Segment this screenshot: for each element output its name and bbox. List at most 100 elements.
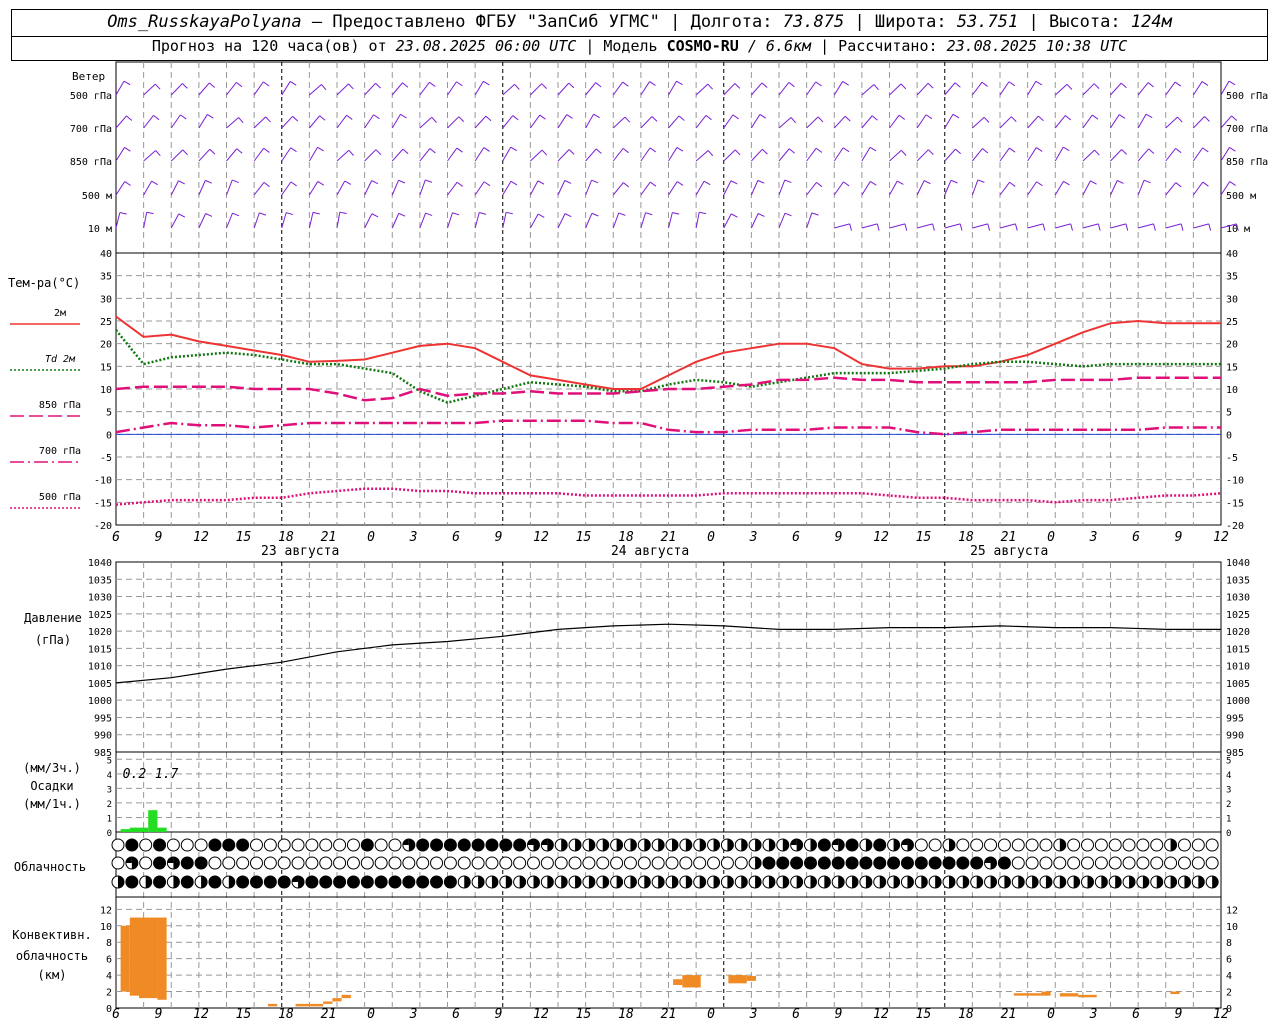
wind-barb	[695, 180, 705, 196]
wind-barb	[1165, 182, 1177, 196]
wind-barb-flag	[483, 181, 491, 187]
cloud-symbol-fill	[921, 876, 928, 888]
cloud-symbol-fill	[672, 839, 678, 851]
wind-barb	[115, 115, 127, 129]
wind-barb	[502, 115, 514, 129]
wind-barb-flag	[730, 180, 738, 185]
temp-tick-left: -15	[94, 498, 112, 509]
hour-tick-label: 0	[707, 530, 715, 545]
wind-barb	[723, 149, 736, 162]
press-tick-left: 1000	[88, 696, 112, 707]
wind-barb	[336, 114, 348, 129]
wind-barb-flag	[849, 223, 852, 231]
wind-barb	[557, 180, 566, 196]
wind-barb	[695, 150, 709, 162]
wind-barb	[529, 114, 541, 129]
temp-tick-left: 15	[100, 362, 112, 373]
wind-barb	[1054, 115, 1066, 129]
wind-barb	[143, 115, 154, 129]
cloud-symbol-fill	[658, 876, 665, 888]
wind-barb-flag	[982, 148, 989, 154]
wind-barb-flag	[321, 84, 327, 91]
wind-barb-flag	[757, 213, 765, 217]
wind-barb	[198, 114, 208, 129]
wind-barb-flag	[1008, 81, 1016, 87]
wind-barb	[640, 116, 653, 129]
wind-barb	[833, 181, 844, 196]
wind-barb	[1110, 82, 1122, 96]
wind-barb-flag	[485, 115, 492, 122]
prec-tick-right: 2	[1226, 800, 1231, 810]
hour-tick-label: 6	[792, 1007, 800, 1022]
cloud-symbol	[873, 838, 887, 852]
wind-barb	[889, 149, 902, 162]
wind-barb	[143, 150, 157, 162]
wind-barb-flag	[952, 113, 960, 119]
cloud-symbol-fill	[879, 876, 886, 888]
wind-barb	[972, 223, 988, 229]
wind-barb	[806, 147, 817, 162]
wind-barb-flag	[1118, 114, 1126, 119]
wind-barb-flag	[456, 147, 463, 153]
hour-tick-label: 18	[278, 1007, 294, 1022]
wind-barb-flag	[178, 213, 186, 218]
wind-barb	[226, 212, 233, 229]
wind-barb	[474, 81, 484, 96]
cloud-symbol-fill	[588, 839, 595, 851]
wind-barb	[944, 148, 956, 162]
cloud-symbol-fill	[901, 839, 908, 845]
wind-barb-flag	[1229, 147, 1236, 152]
wind-barb-flag	[1231, 115, 1238, 121]
hour-tick-label: 0	[367, 530, 375, 545]
wind-barb	[281, 147, 292, 162]
wind-barb	[1055, 223, 1071, 229]
cloud-symbol-fill	[782, 876, 789, 888]
wind-barb	[916, 180, 925, 196]
wind-barb-flag	[514, 83, 520, 90]
cloud-symbol	[485, 856, 499, 870]
wind-barb	[806, 212, 813, 229]
hour-tick-label: 12	[533, 530, 549, 545]
temp-tick-left: 30	[100, 294, 112, 305]
wind-barb-flag	[1120, 82, 1127, 89]
cloud-symbol	[873, 856, 887, 870]
conv-tick-right: 4	[1226, 971, 1232, 982]
wind-barb	[972, 116, 985, 129]
wind-barb	[1027, 223, 1044, 229]
wind-barb-flag	[289, 81, 297, 86]
cloud-symbol-fill	[768, 839, 775, 851]
wind-barb-flag	[950, 179, 958, 184]
wind-barb-flag	[734, 149, 741, 156]
cloud-symbol-fill	[491, 876, 498, 888]
cloud-symbol	[388, 875, 402, 889]
wind-barb-flag	[876, 223, 880, 231]
cloud-symbol	[513, 838, 527, 852]
cloud-symbol	[887, 856, 901, 870]
cloud-symbol	[527, 856, 540, 870]
temp-tick-left: 20	[100, 340, 112, 351]
hour-tick-label: 9	[1175, 530, 1183, 545]
cloud-symbol-fill	[1198, 876, 1205, 888]
cloud-symbol-fill	[699, 876, 706, 888]
temp-legend-label: 700 гПа	[39, 446, 81, 457]
wind-barb	[1082, 83, 1095, 96]
precip-bar	[120, 829, 130, 832]
wind-barb	[557, 114, 568, 129]
hour-tick-label: 0	[1047, 1007, 1055, 1022]
wind-barb	[999, 147, 1010, 162]
wind-barb	[944, 223, 961, 229]
conv-label-1: Конвективн.	[12, 928, 91, 942]
wind-barb	[419, 116, 433, 129]
conv-cloud-bar	[139, 917, 158, 999]
wind-barb-flag	[591, 212, 599, 217]
wind-barb-flag	[649, 81, 656, 86]
wind-barb	[419, 212, 427, 229]
wind-barb	[999, 223, 1016, 229]
wind-barb-flag	[1125, 223, 1129, 231]
cloud-symbol	[1205, 838, 1219, 852]
wind-barb	[502, 212, 507, 229]
wind-barb-flag	[238, 117, 244, 124]
date-label: 23 августа	[261, 544, 339, 559]
wind-barb	[308, 181, 319, 196]
wind-level-label-right: 700 гПа	[1226, 124, 1268, 135]
